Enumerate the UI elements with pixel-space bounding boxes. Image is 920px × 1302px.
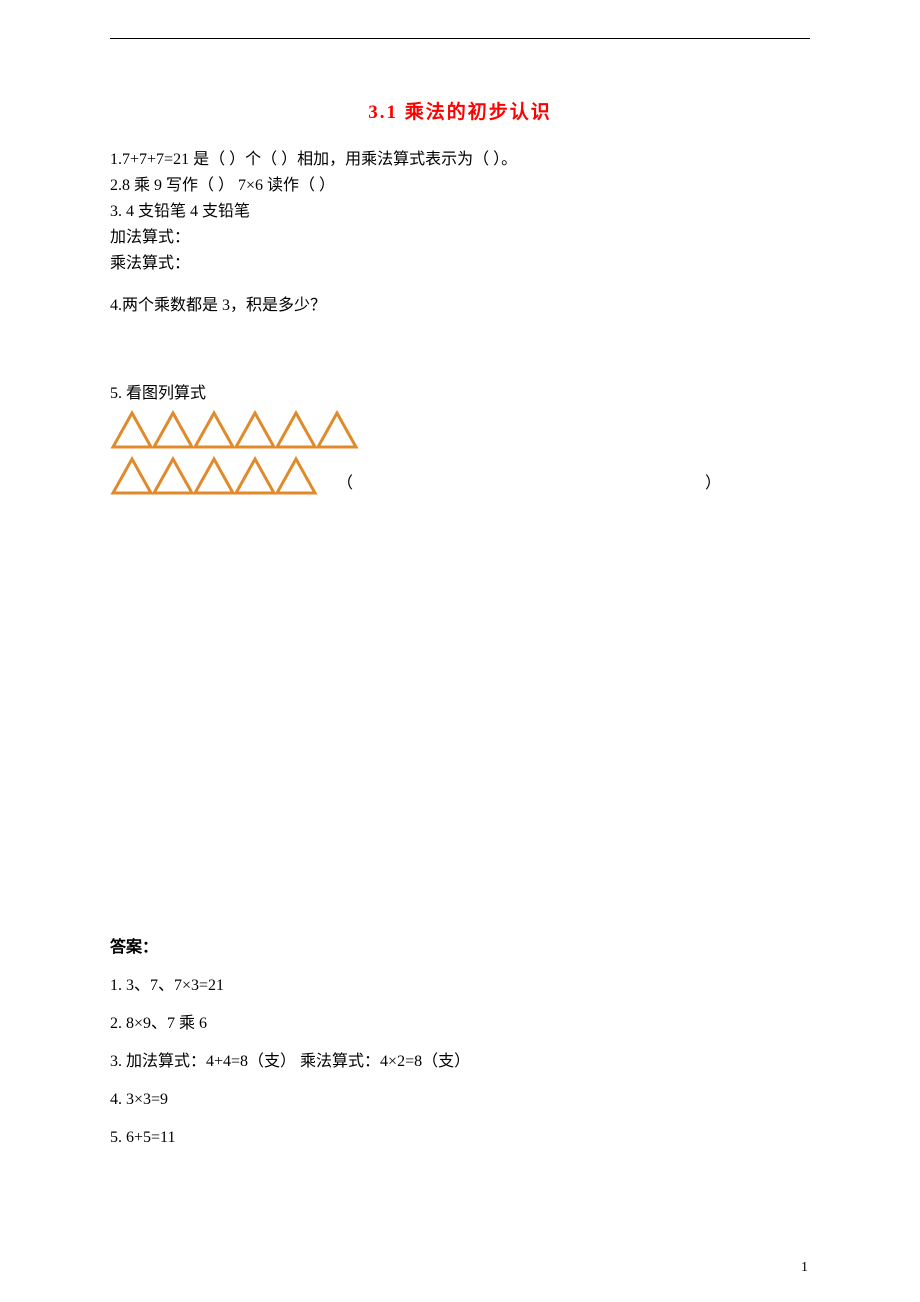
answers-heading: 答案：	[110, 936, 810, 960]
triangle-icon	[110, 456, 154, 496]
question-3-line1: 3. 4 支铅笔 4 支铅笔	[110, 200, 810, 224]
triangle-icon	[274, 456, 318, 496]
triangle-row-1	[110, 410, 810, 450]
top-rule	[110, 38, 810, 39]
triangle-figure: （ ）	[110, 410, 810, 496]
triangle-row-2: （ ）	[110, 456, 810, 496]
triangle-icon	[192, 410, 236, 450]
triangle-icon	[110, 410, 154, 450]
triangle-icon	[151, 410, 195, 450]
page-number: 1	[801, 1257, 808, 1278]
question-1: 1.7+7+7=21 是（ ）个（ ）相加，用乘法算式表示为（ ）。	[110, 148, 810, 172]
question-4: 4.两个乘数都是 3，积是多少？	[110, 294, 810, 318]
question-2: 2.8 乘 9 写作（ ） 7×6 读作（ ）	[110, 174, 810, 198]
answer-blank-parentheses: （ ）	[337, 472, 721, 496]
document-title: 3.1 乘法的初步认识	[110, 99, 810, 128]
triangle-icon	[192, 456, 236, 496]
triangle-icon	[274, 410, 318, 450]
question-3-addition-label: 加法算式：	[110, 226, 810, 250]
answer-3: 3. 加法算式：4+4=8（支） 乘法算式：4×2=8（支）	[110, 1050, 810, 1074]
answers-block: 1. 3、7、7×3=21 2. 8×9、7 乘 6 3. 加法算式：4+4=8…	[110, 974, 810, 1150]
triangle-icon	[315, 410, 359, 450]
triangle-icon	[233, 456, 277, 496]
triangle-icon	[151, 456, 195, 496]
document-page: 3.1 乘法的初步认识 1.7+7+7=21 是（ ）个（ ）相加，用乘法算式表…	[0, 0, 920, 1302]
answer-1: 1. 3、7、7×3=21	[110, 974, 810, 998]
answer-2: 2. 8×9、7 乘 6	[110, 1012, 810, 1036]
answer-5: 5. 6+5=11	[110, 1126, 810, 1150]
question-3-multiplication-label: 乘法算式：	[110, 252, 810, 276]
answer-4: 4. 3×3=9	[110, 1088, 810, 1112]
triangle-icon	[233, 410, 277, 450]
question-5-header: 5. 看图列算式	[110, 382, 810, 406]
questions-block: 1.7+7+7=21 是（ ）个（ ）相加，用乘法算式表示为（ ）。 2.8 乘…	[110, 148, 810, 496]
